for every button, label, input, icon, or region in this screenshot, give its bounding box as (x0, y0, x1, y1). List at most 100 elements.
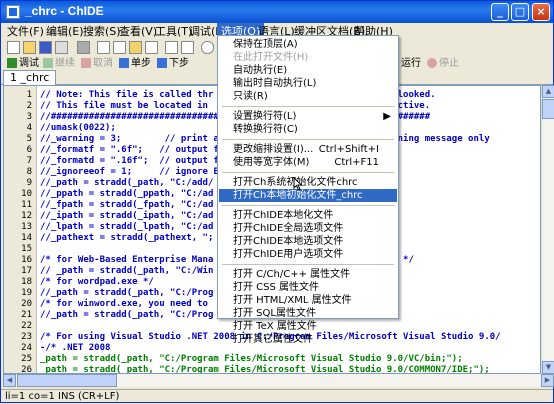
menu-item-label: 打开 HTML/XML 属性文件 (233, 295, 352, 306)
code-line: _path = stradd(_path, "C:/Program Files/… (40, 354, 463, 364)
stop-button[interactable]: 停止 (427, 57, 459, 71)
new-file-icon[interactable] (7, 41, 20, 54)
continue-button[interactable]: 继续 (43, 57, 75, 71)
options-menu-item[interactable]: 输出时自动执行(L) (219, 77, 397, 90)
line-number: 17 (21, 266, 32, 276)
copy-icon[interactable] (113, 41, 126, 54)
line-number: 15 (21, 244, 32, 254)
options-menu-item[interactable]: 使用等宽字体(M) Ctrl+F11 (219, 156, 397, 169)
options-menu-item[interactable]: 更改缩排设置(I)... Ctrl+Shift+I (219, 143, 397, 156)
line-number: 20 (21, 299, 32, 309)
save-icon[interactable] (39, 41, 52, 54)
close-button[interactable]: × (532, 3, 550, 21)
horizontal-scroll-thumb[interactable] (17, 374, 117, 387)
options-menu-item[interactable]: 打开 SQL属性文件 (219, 307, 397, 320)
vertical-scrollbar[interactable]: ▲ ▼ (541, 85, 554, 374)
scroll-down-arrow[interactable]: ▼ (542, 361, 554, 374)
menu-item-shortcut: Ctrl+F11 (334, 157, 379, 168)
options-menu-item[interactable]: 打开 TeX 属性文件 (219, 320, 397, 333)
options-menu-item[interactable]: 只读(R) (219, 90, 397, 103)
status-bar: li=1 co=1 INS (CR+LF) (1, 389, 553, 403)
tab-chrc[interactable]: 1 _chrc (3, 70, 57, 85)
options-menu-item[interactable]: 打开Ch本地初始化文件_chrc (219, 189, 397, 202)
options-menu-item[interactable]: 打开 C/Ch/C++ 属性文件 (219, 268, 397, 281)
options-menu-item[interactable]: 打开 HTML/XML 属性文件 (219, 294, 397, 307)
options-menu-item[interactable]: 打开ChIDE本地选项文件 (219, 235, 397, 248)
maximize-button[interactable]: □ (511, 3, 529, 21)
paste-icon[interactable] (129, 41, 142, 54)
abort-button[interactable]: 取消 (81, 57, 113, 71)
abort-label: 取消 (93, 58, 113, 69)
horizontal-scrollbar[interactable]: ◀ ▶ (3, 374, 554, 387)
debug-button[interactable]: 调试 (7, 57, 39, 71)
menu-separator (222, 264, 394, 265)
redo-icon[interactable] (181, 41, 194, 54)
step-button[interactable]: 单步 (119, 57, 151, 71)
menu-item-label: 打开 SQL属性文件 (233, 308, 316, 319)
run-label: 运行 (401, 58, 421, 69)
line-number: 23 (21, 332, 32, 342)
delete-icon[interactable] (145, 41, 158, 54)
line-number: 13 (21, 222, 32, 232)
app-window: _chrc - ChIDE _ □ × 文件(F) 编辑(E) 搜索(S) 查看… (0, 0, 554, 403)
menu-item-label: 打开ChIDE全局选项文件 (233, 223, 344, 234)
options-menu-item[interactable]: 打开ChIDE本地化文件 (219, 209, 397, 222)
options-menu-item[interactable]: 打开ChIDE用户选项文件 (219, 248, 397, 261)
code-line: //_formatd = ".16f"; // output f (40, 156, 219, 166)
options-menu-item[interactable]: 保持在顶层(A) (219, 38, 397, 51)
menu-item-label: 更改缩排设置(I)... (233, 144, 314, 155)
line-number: 2 (26, 101, 32, 111)
options-menu-item[interactable]: 打开 CSS 属性文件 (219, 281, 397, 294)
scroll-right-arrow[interactable]: ▶ (541, 374, 554, 387)
options-menu-item[interactable]: 设置换行符(L) ▶ (219, 110, 397, 123)
line-number: 12 (21, 211, 32, 221)
code-line: -/* .NET 2008 (40, 343, 111, 353)
print-icon[interactable] (77, 41, 90, 54)
line-number: 4 (26, 123, 32, 133)
menu-item-label: 自动执行(E) (233, 65, 288, 76)
menu-item-label: 转换换行符(C) (233, 124, 298, 135)
code-line: //umask(0022); (40, 123, 116, 133)
abort-icon (81, 58, 91, 68)
code-line: //_ipath = stradd(_ipath, "C:/ad (40, 211, 214, 221)
options-menu-item[interactable]: 在此打开文件(H) (219, 51, 397, 64)
line-number: 3 (26, 112, 32, 122)
options-menu-item[interactable]: 打开ChIDE全局选项文件 (219, 222, 397, 235)
code-line: //_path = stradd(_path, "C:/add/ (40, 178, 214, 188)
menu-item-label: 输出时自动执行(L) (233, 78, 317, 89)
close-file-icon[interactable] (55, 41, 68, 54)
line-number: 21 (21, 310, 32, 320)
options-menu-item[interactable]: 打开其它属性文件 (219, 333, 397, 346)
run-button[interactable]: 运行 (401, 57, 421, 71)
line-number: 5 (26, 134, 32, 144)
options-menu-item[interactable]: 转换换行符(C) (219, 123, 397, 136)
menu-separator (222, 139, 394, 140)
window-title: _chrc - ChIDE (25, 4, 104, 18)
options-menu-item[interactable]: 自动执行(E) (219, 64, 397, 77)
options-menu-item[interactable]: 打开Ch系统初始化文件chrc (219, 176, 397, 189)
find-icon[interactable] (201, 41, 214, 54)
scroll-up-arrow[interactable]: ▲ (542, 85, 554, 98)
undo-icon[interactable] (165, 41, 178, 54)
step-label: 单步 (131, 58, 151, 69)
open-folder-icon[interactable] (23, 41, 36, 54)
code-line: /* for wordpad.exe */ (40, 277, 154, 287)
scroll-left-arrow[interactable]: ◀ (3, 374, 16, 387)
step-icon (119, 58, 129, 68)
menu-item-label: 打开ChIDE本地选项文件 (233, 236, 344, 247)
vertical-scroll-thumb[interactable] (542, 99, 554, 119)
code-line: //_ppath = stradd(_ppath, "C:/ad (40, 189, 214, 199)
stop-label: 停止 (439, 58, 459, 69)
line-number: 9 (26, 178, 32, 188)
menu-item-label: 在此打开文件(H) (233, 52, 309, 63)
line-number: 25 (21, 354, 32, 364)
line-number: 16 (21, 255, 32, 265)
minimize-button[interactable]: _ (491, 3, 509, 21)
code-line: //_pathext = stradd(_pathext, "; (40, 233, 214, 243)
stop-icon (427, 58, 437, 68)
line-number: 19 (21, 288, 32, 298)
continue-label: 继续 (55, 58, 75, 69)
next-button[interactable]: 下步 (157, 57, 189, 71)
cut-icon[interactable] (97, 41, 110, 54)
code-line: //_lpath = stradd(_lpath, "C:/ad (40, 222, 214, 232)
